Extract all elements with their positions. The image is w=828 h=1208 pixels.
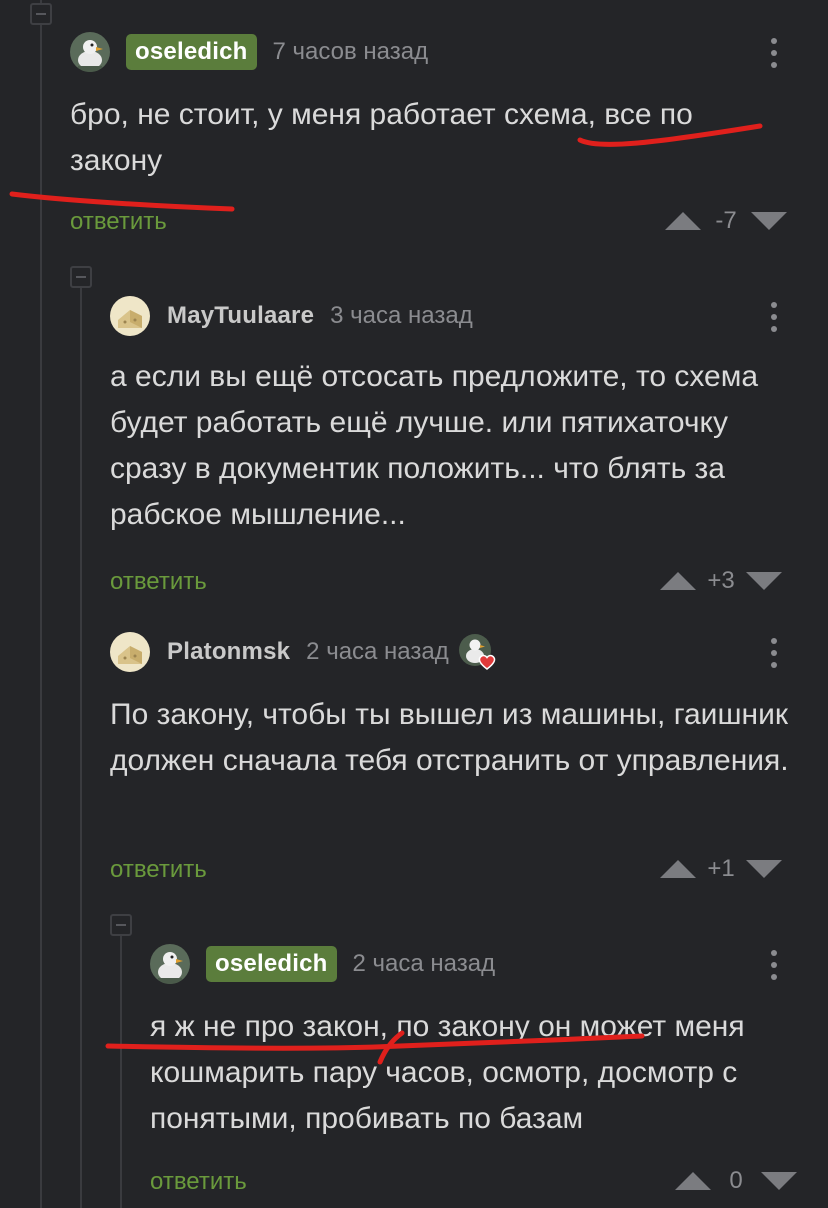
comment-time: 2 часа назад bbox=[306, 638, 449, 665]
reply-link[interactable]: ответить bbox=[110, 568, 207, 596]
comment-text: я ж не про закон, по закону он может мен… bbox=[150, 1010, 745, 1135]
downvote-icon[interactable] bbox=[751, 212, 787, 230]
default-avatar-icon[interactable] bbox=[110, 296, 150, 336]
more-options-icon[interactable] bbox=[770, 302, 778, 332]
comment: Platonmsk 2 часа назад По закону, чтобы … bbox=[110, 632, 800, 892]
comment-text: а если вы ещё отсосать предложите, то сх… bbox=[110, 360, 759, 531]
comment-rating: -7 bbox=[665, 206, 787, 236]
duck-avatar-icon[interactable] bbox=[70, 32, 110, 72]
comment-score: -7 bbox=[715, 207, 737, 234]
author-name[interactable]: oseledich bbox=[206, 946, 337, 982]
downvote-icon[interactable] bbox=[761, 1172, 797, 1190]
comment: MayTuulaare 3 часа назад а если вы ещё о… bbox=[110, 296, 800, 596]
collapse-thread-button[interactable] bbox=[30, 3, 52, 25]
upvote-icon[interactable] bbox=[660, 860, 696, 878]
reply-link[interactable]: ответить bbox=[150, 1168, 247, 1196]
comment-text: По закону, чтобы ты вышел из машины, гаи… bbox=[110, 698, 789, 777]
duck-avatar-icon[interactable] bbox=[150, 944, 190, 984]
author-name[interactable]: oseledich bbox=[126, 34, 257, 70]
thread-line-level-1 bbox=[80, 286, 82, 1208]
collapse-thread-button[interactable] bbox=[70, 266, 92, 288]
thread-line-root bbox=[40, 0, 42, 1208]
author-name[interactable]: MayTuulaare bbox=[167, 302, 314, 330]
upvote-icon[interactable] bbox=[660, 572, 696, 590]
downvote-icon[interactable] bbox=[746, 572, 782, 590]
thread-line-level-2 bbox=[120, 934, 122, 1208]
more-options-icon[interactable] bbox=[770, 950, 778, 980]
comment: oseledich 7 часов назад бро, не стоит, у… bbox=[70, 32, 800, 242]
comment-time: 7 часов назад bbox=[272, 38, 429, 65]
comment: oseledich 2 часа назад я ж не про закон,… bbox=[150, 944, 800, 1204]
upvote-icon[interactable] bbox=[665, 212, 701, 230]
comment-score: +3 bbox=[707, 567, 735, 594]
collapse-thread-button[interactable] bbox=[110, 914, 132, 936]
comment-time: 3 часа назад bbox=[330, 302, 473, 329]
downvote-icon[interactable] bbox=[746, 860, 782, 878]
reply-link[interactable]: ответить bbox=[110, 856, 207, 884]
reply-link[interactable]: ответить bbox=[70, 208, 167, 236]
comment-header: oseledich 2 часа назад bbox=[150, 944, 495, 984]
comment-rating: +3 bbox=[660, 566, 782, 596]
more-options-icon[interactable] bbox=[770, 638, 778, 668]
comment-header: MayTuulaare 3 часа назад bbox=[110, 296, 473, 336]
comment-header: oseledich 7 часов назад bbox=[70, 32, 428, 72]
comment-time: 2 часа назад bbox=[352, 950, 496, 977]
comment-rating: 0 bbox=[675, 1166, 797, 1196]
comment-header: Platonmsk 2 часа назад bbox=[110, 632, 497, 672]
comment-score: +1 bbox=[707, 855, 735, 882]
comment-text: бро, не стоит, у меня работает схема, вс… bbox=[70, 98, 693, 177]
default-avatar-icon[interactable] bbox=[110, 632, 150, 672]
comment-score: 0 bbox=[729, 1167, 743, 1194]
upvote-icon[interactable] bbox=[675, 1172, 711, 1190]
more-options-icon[interactable] bbox=[770, 38, 778, 68]
author-name[interactable]: Platonmsk bbox=[167, 638, 290, 666]
duck-heart-badge-icon bbox=[457, 632, 497, 672]
comment-rating: +1 bbox=[660, 854, 782, 884]
